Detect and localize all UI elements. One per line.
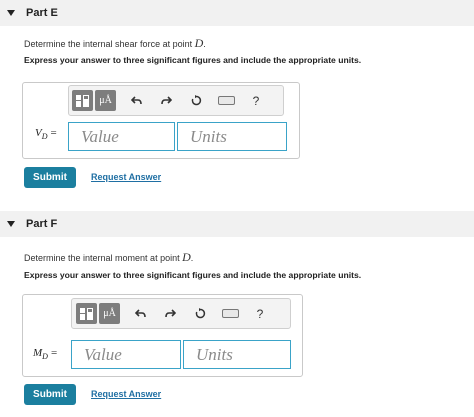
part-e-answer-box: μÅ ? VD = Value Units: [22, 82, 300, 159]
templates-icon[interactable]: [72, 90, 93, 111]
units-icon[interactable]: μÅ: [99, 303, 120, 324]
part-f-value-input[interactable]: Value: [71, 340, 181, 369]
part-f-submit-button[interactable]: Submit: [24, 384, 76, 405]
part-e-submit-button[interactable]: Submit: [24, 167, 76, 188]
keyboard-shape: [217, 96, 235, 105]
part-f-units-input[interactable]: Units: [183, 340, 291, 369]
part-f-variable-label: MD =: [33, 347, 58, 362]
part-e-variable-label: VD =: [35, 127, 57, 142]
redo-icon[interactable]: [156, 91, 176, 111]
undo-icon[interactable]: [126, 91, 146, 111]
part-e-value-input[interactable]: Value: [68, 122, 175, 151]
part-e-instruction: Express your answer to three significant…: [24, 55, 362, 65]
part-e-header[interactable]: Part E: [0, 0, 474, 26]
reset-icon[interactable]: [186, 91, 206, 111]
help-icon[interactable]: ?: [246, 91, 266, 111]
keyboard-icon[interactable]: [216, 91, 236, 111]
part-f-instruction: Express your answer to three significant…: [24, 270, 362, 280]
part-f-header[interactable]: Part F: [0, 211, 474, 237]
units-icon[interactable]: μÅ: [95, 90, 116, 111]
part-f-title: Part F: [26, 218, 58, 230]
undo-icon[interactable]: [130, 304, 150, 324]
part-f-request-answer-link[interactable]: Request Answer: [91, 389, 161, 399]
part-e-request-answer-link[interactable]: Request Answer: [91, 172, 161, 182]
part-e-title: Part E: [26, 7, 58, 19]
redo-icon[interactable]: [160, 304, 180, 324]
collapse-caret-icon[interactable]: [7, 10, 15, 16]
part-f-answer-box: μÅ ? MD = Value Units: [22, 294, 303, 377]
part-e-question: Determine the internal shear force at po…: [24, 36, 206, 50]
help-icon[interactable]: ?: [250, 304, 270, 324]
part-e-units-input[interactable]: Units: [177, 122, 287, 151]
part-f-question: Determine the internal moment at point D…: [24, 250, 194, 264]
keyboard-shape: [221, 309, 239, 318]
keyboard-icon[interactable]: [220, 304, 240, 324]
templates-icon[interactable]: [76, 303, 97, 324]
reset-icon[interactable]: [190, 304, 210, 324]
collapse-caret-icon[interactable]: [7, 221, 15, 227]
part-e-toolbar: μÅ ?: [68, 85, 284, 116]
part-f-toolbar: μÅ ?: [71, 298, 291, 329]
